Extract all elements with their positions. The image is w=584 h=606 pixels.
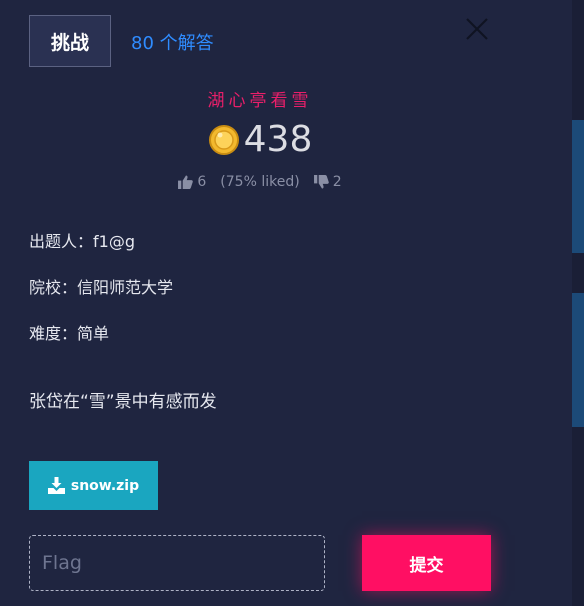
download-icon (47, 477, 65, 494)
challenge-points: 438 (0, 119, 520, 160)
tab-solves[interactable]: 80 个解答 (131, 29, 214, 55)
rating: 6 (75% liked) 2 (0, 174, 520, 190)
coin-icon (208, 124, 239, 155)
points-value: 438 (243, 119, 313, 160)
challenge-description: 张岱在“雪”景中有感而发 (29, 392, 217, 412)
background-panel (572, 120, 584, 253)
tab-challenge[interactable]: 挑战 (29, 15, 111, 67)
download-button[interactable]: snow.zip (29, 461, 158, 510)
school: 院校：信阳师范大学 (29, 278, 174, 297)
close-icon[interactable] (462, 14, 492, 44)
dislike-count: 2 (332, 174, 342, 190)
submit-button[interactable]: 提交 (362, 535, 491, 591)
thumbs-up-icon (178, 175, 194, 189)
background-edge (572, 0, 584, 606)
dislike-button[interactable]: 2 (313, 174, 342, 190)
like-button[interactable]: 6 (178, 174, 206, 190)
challenge-title: 湖心亭看雪 (207, 91, 313, 111)
background-panel (572, 293, 584, 427)
thumbs-down-icon (313, 175, 329, 189)
like-percent: (75% liked) (220, 174, 300, 190)
download-label: snow.zip (70, 477, 140, 494)
difficulty: 难度：简单 (29, 324, 110, 343)
flag-input[interactable] (29, 535, 325, 591)
author: 出题人：f1@g (29, 232, 135, 251)
challenge-modal: 挑战 80 个解答 湖心亭看雪 438 6 (75% liked) 2 出题人：… (0, 0, 584, 606)
like-count: 6 (197, 174, 207, 190)
